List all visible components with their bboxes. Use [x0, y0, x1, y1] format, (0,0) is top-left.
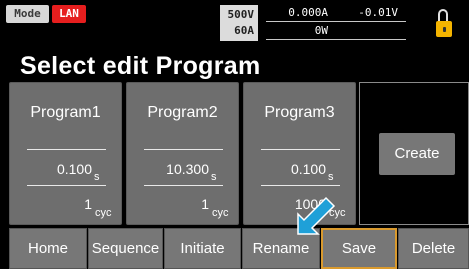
reading-divider: [266, 39, 406, 40]
card-divider: [144, 185, 223, 186]
current-range: 60A: [234, 24, 254, 37]
voltage-reading: -0.01V: [358, 6, 398, 19]
range-indicator: 500V 60A: [220, 5, 258, 41]
program-name: Program2: [147, 104, 218, 121]
home-button[interactable]: Home: [9, 228, 87, 269]
program-cycles: 1: [201, 196, 209, 212]
program-time-unit: s: [328, 171, 334, 183]
program-time-unit: s: [211, 171, 217, 183]
program-cycles: 1: [84, 196, 92, 212]
sequence-button[interactable]: Sequence: [88, 228, 163, 269]
program-cycles-unit: cyc: [95, 207, 112, 219]
card-divider: [27, 149, 106, 150]
create-button[interactable]: Create: [379, 133, 455, 175]
page-title: Select edit Program: [20, 52, 261, 80]
card-divider: [261, 185, 340, 186]
program-name: Program3: [264, 104, 335, 121]
initiate-button[interactable]: Initiate: [164, 228, 241, 269]
reading-divider: [266, 21, 406, 22]
lock-icon-keyhole: [443, 27, 446, 32]
lan-badge: LAN: [52, 5, 86, 23]
pointer-arrow-icon: [297, 196, 336, 235]
program-cycles-unit: cyc: [212, 207, 229, 219]
program-time: 0.100: [56, 161, 92, 177]
lock-icon-shackle: [438, 9, 448, 21]
card-divider: [27, 185, 106, 186]
program-card-2[interactable]: Program2 10.300 s 1 cyc: [126, 82, 239, 225]
program-name: Program1: [30, 104, 101, 121]
current-reading: 0.000A: [288, 6, 328, 19]
program-time: 0.100: [290, 161, 326, 177]
program-time-unit: s: [94, 171, 100, 183]
program-card-1[interactable]: Program1 0.100 s 1 cyc: [9, 82, 122, 225]
card-divider: [144, 149, 223, 150]
program-time: 10.300: [166, 161, 209, 177]
delete-button[interactable]: Delete: [398, 228, 469, 269]
power-reading: 0W: [314, 24, 328, 37]
card-divider: [261, 149, 340, 150]
voltage-range: 500V: [227, 8, 255, 21]
mode-indicator: Mode: [6, 5, 49, 23]
